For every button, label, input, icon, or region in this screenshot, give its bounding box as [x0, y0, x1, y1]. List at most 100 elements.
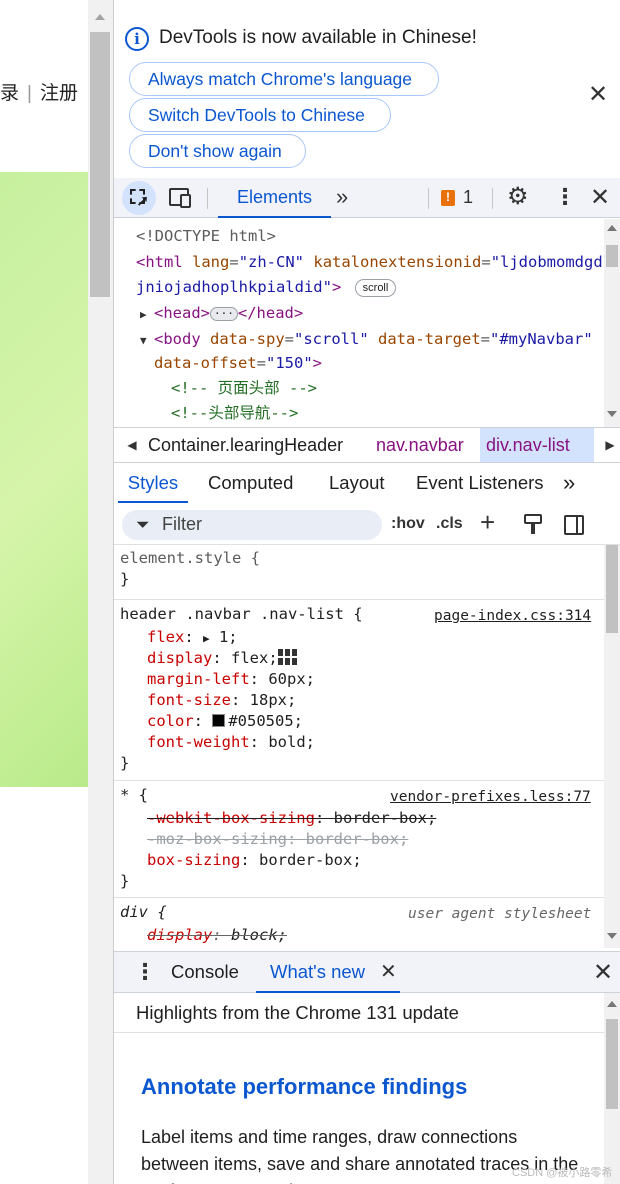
prop-name: margin-left — [147, 670, 250, 688]
page-scroll-thumb[interactable] — [90, 32, 110, 297]
collapsed-ellipsis-badge[interactable]: ··· — [210, 306, 238, 321]
scroll-thumb[interactable] — [606, 1019, 618, 1109]
breadcrumb-scroll-right-icon[interactable]: ▶ — [600, 428, 620, 462]
scroll-thumb[interactable] — [606, 545, 618, 633]
close-drawer-icon[interactable]: ✕ — [593, 958, 613, 987]
filter-funnel-icon: ⏷ — [136, 515, 150, 534]
dom-doctype[interactable]: <!DOCTYPE html> — [136, 225, 276, 247]
styles-sidebar-tabs: Styles Computed Layout Event Listeners » — [114, 463, 620, 503]
more-tabs-chevron-icon[interactable]: » — [336, 184, 348, 210]
css-property-overridden[interactable]: -webkit-box-sizing: border-box; — [147, 808, 436, 829]
whats-new-scrollbar[interactable] — [604, 993, 620, 1184]
styles-pane: element.style { } header .navbar .nav-li… — [114, 545, 604, 948]
dont-show-again-button[interactable]: Don't show again — [129, 134, 306, 168]
css-property-invalid[interactable]: -moz-box-sizing: border-box; — [147, 829, 408, 850]
scroll-down-icon[interactable] — [607, 411, 617, 417]
always-match-language-button[interactable]: Always match Chrome's language — [129, 62, 439, 96]
style-rule-universal[interactable]: * { vendor-prefixes.less:77 -webkit-box-… — [114, 781, 604, 898]
close-devtools-icon[interactable]: ✕ — [590, 183, 610, 212]
dom-head-node[interactable]: ▶ <head> ··· </head> — [140, 302, 303, 326]
cls-toggle-button[interactable]: .cls — [436, 515, 463, 533]
scroll-badge[interactable]: scroll — [354, 278, 397, 297]
css-property-font-size[interactable]: font-size: 18px; — [147, 690, 296, 711]
expand-triangle-icon[interactable]: ▶ — [140, 304, 154, 326]
scroll-thumb[interactable] — [606, 245, 618, 267]
tab-computed[interactable]: Computed — [208, 463, 293, 503]
css-property-overridden[interactable]: display: block; — [147, 925, 287, 946]
collapse-triangle-icon[interactable]: ▼ — [140, 330, 154, 352]
page-login-link[interactable]: 录 — [0, 83, 19, 104]
page-register-link[interactable]: 注册 — [40, 83, 78, 104]
expand-triangle-icon[interactable]: ▶ — [203, 632, 210, 645]
prop-name: -moz-box-sizing — [147, 830, 287, 848]
breadcrumb-item[interactable]: Container.learingHeader — [142, 428, 349, 462]
inspect-element-icon[interactable]: ➚ — [122, 181, 156, 215]
scroll-up-icon[interactable] — [607, 225, 617, 231]
switch-to-chinese-button[interactable]: Switch DevTools to Chinese — [129, 98, 391, 132]
flexbox-editor-icon[interactable] — [277, 648, 300, 666]
whats-new-feature-title[interactable]: Annotate performance findings — [141, 1074, 467, 1100]
new-style-rule-icon[interactable]: + — [480, 509, 495, 535]
page-viewport: 录 | 注册 — [0, 0, 114, 1184]
css-property-flex[interactable]: flex: ▶ 1; — [147, 627, 238, 649]
more-tabs-chevron-icon[interactable]: » — [563, 463, 575, 503]
close-tab-icon[interactable]: ✕ — [380, 952, 397, 992]
breadcrumb-item[interactable]: nav.navbar — [370, 428, 470, 462]
rule-source-link[interactable]: page-index.css:314 — [434, 606, 591, 627]
comment-text: <!--头部导航--> — [171, 404, 299, 422]
css-property-color[interactable]: color: #050505; — [147, 711, 303, 732]
page-scroll-up-icon[interactable] — [95, 14, 105, 20]
style-rule-element[interactable]: element.style { } — [114, 545, 604, 600]
style-rule-user-agent[interactable]: div { user agent stylesheet display: blo… — [114, 898, 604, 948]
hov-toggle-button[interactable]: :hov — [391, 515, 425, 533]
dom-comment-node[interactable]: <!--头部导航--> — [171, 402, 298, 424]
breadcrumb-scroll-left-icon[interactable]: ◀ — [120, 428, 144, 462]
issues-icon[interactable]: ! — [441, 190, 455, 206]
styles-filter-input[interactable]: ⏷ Filter — [122, 510, 382, 540]
styles-filter-bar: ⏷ Filter :hov .cls + — [114, 503, 620, 545]
device-toolbar-icon[interactable] — [169, 188, 191, 208]
css-property-margin-left[interactable]: margin-left: 60px; — [147, 669, 315, 690]
infobar-close-icon[interactable]: ✕ — [588, 80, 608, 109]
attr-value: "#myNavbar" — [490, 330, 593, 348]
drawer-tab-whats-new[interactable]: What's new ✕ — [256, 952, 400, 993]
rule-selector: element.style { — [120, 549, 260, 567]
scroll-up-icon[interactable] — [607, 1001, 617, 1007]
toggle-sidebar-icon[interactable] — [564, 515, 584, 535]
attr-value: "zh-CN" — [238, 253, 305, 271]
tab-styles[interactable]: Styles — [118, 463, 188, 503]
dom-body-node-cont[interactable]: data-offset="150"> — [154, 352, 322, 374]
breadcrumb-item-selected[interactable]: div.nav-list — [480, 428, 594, 462]
drawer-tab-console[interactable]: Console — [171, 952, 239, 992]
scroll-down-icon[interactable] — [607, 933, 617, 939]
page-nav-separator: | — [27, 83, 32, 104]
settings-gear-icon[interactable]: ⚙ — [507, 185, 529, 209]
dom-html-node-cont[interactable]: jniojadhoplhkpialdid"> scroll — [136, 276, 397, 298]
prop-value: border-box; — [305, 830, 409, 848]
style-rule-nav-list[interactable]: header .navbar .nav-list { page-index.cs… — [114, 600, 604, 781]
attr-value: "ljdobmomdgdl — [490, 253, 613, 271]
page-scrollbar[interactable] — [88, 0, 113, 1184]
body-tag: <body — [154, 330, 201, 348]
color-swatch[interactable] — [212, 714, 226, 727]
paint-brush-icon[interactable] — [524, 514, 542, 536]
dom-tree-scrollbar[interactable] — [604, 219, 620, 427]
tab-elements[interactable]: Elements — [218, 178, 331, 218]
css-property-font-weight[interactable]: font-weight: bold; — [147, 732, 315, 753]
issues-count[interactable]: 1 — [463, 187, 473, 208]
rule-source-link[interactable]: vendor-prefixes.less:77 — [390, 787, 591, 808]
dom-body-node[interactable]: ▼ <body data-spy="scroll" data-target="#m… — [140, 328, 593, 352]
css-property-box-sizing[interactable]: box-sizing: border-box; — [147, 850, 362, 871]
dom-html-node[interactable]: <html lang="zh-CN" katalonextensionid="l… — [136, 251, 612, 273]
head-tag: <head> — [154, 304, 210, 322]
dom-comment-node[interactable]: <!-- 页面头部 --> — [171, 377, 317, 399]
tab-event-listeners[interactable]: Event Listeners — [416, 463, 544, 503]
styles-scrollbar[interactable] — [604, 545, 620, 948]
customize-menu-icon[interactable]: ⋮ — [554, 185, 576, 209]
devtools-panel: i DevTools is now available in Chinese! … — [114, 0, 620, 1184]
css-property-display[interactable]: display: flex; — [147, 648, 300, 669]
page-nav-links: 录 | 注册 — [0, 78, 78, 105]
tab-layout[interactable]: Layout — [329, 463, 385, 503]
rule-close-brace: } — [120, 570, 130, 588]
drawer-menu-icon[interactable]: ⋮ — [134, 960, 156, 984]
